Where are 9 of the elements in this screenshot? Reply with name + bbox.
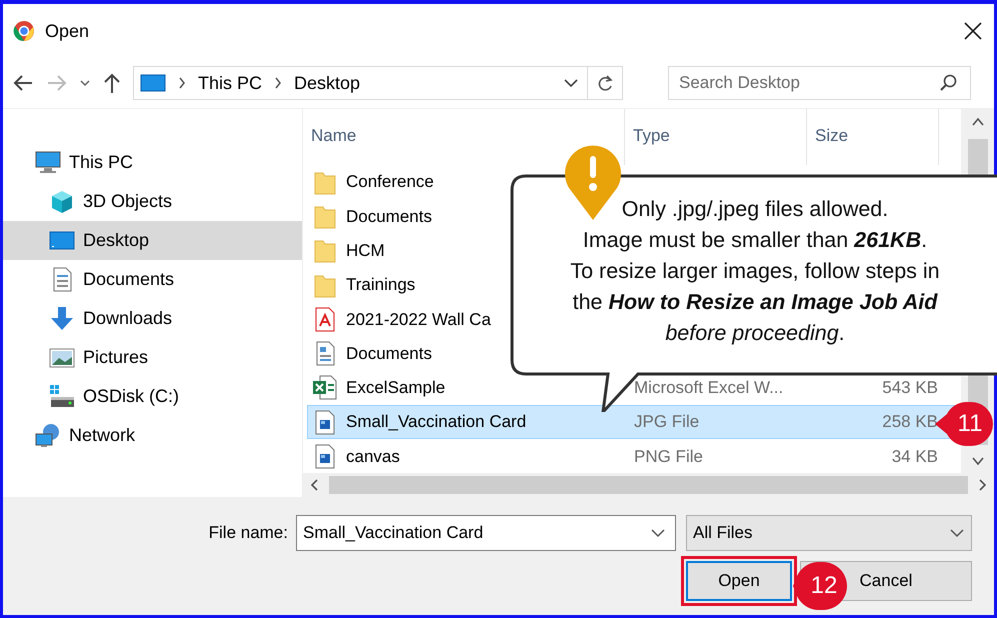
file-size: 258 KB [881, 411, 939, 434]
window-title: Open [45, 20, 90, 43]
file-type: JPG File [633, 411, 700, 434]
field-label: File name: [208, 522, 288, 544]
file-size: 543 KB [881, 377, 939, 400]
file-size: 34 KB [890, 446, 939, 468]
file-type: Microsoft Excel W... [633, 377, 784, 400]
callout-text: Only .jpg/.jpeg files allowed. Image must be smaller than 261KB. To resize larger images, follow steps in the How to Resize an Image Job Aid before proceeding. [569, 196, 941, 347]
file-type: PNG File [633, 446, 704, 468]
